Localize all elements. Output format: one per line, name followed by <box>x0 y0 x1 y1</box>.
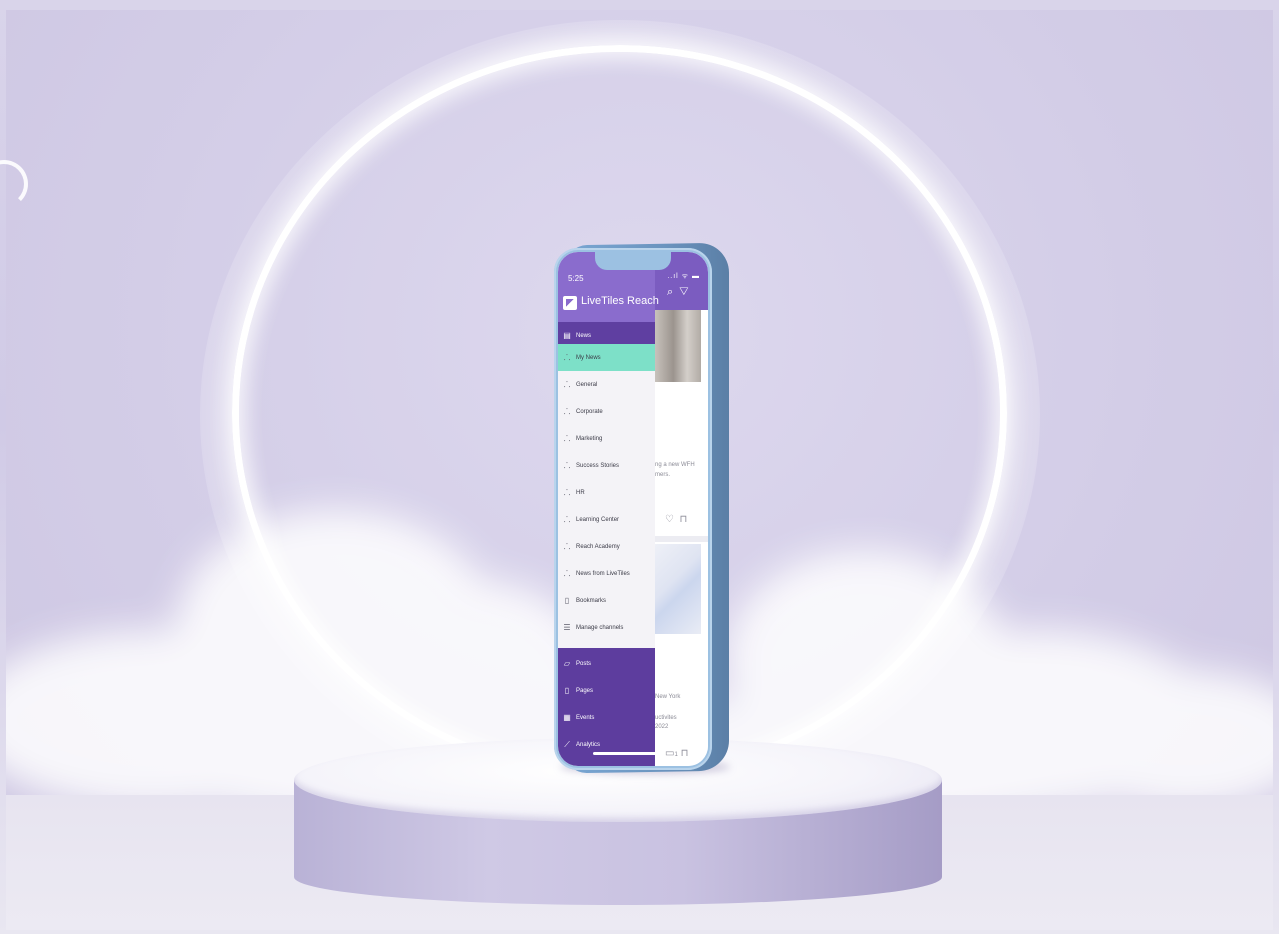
feed-snippet: mers. <box>655 472 670 478</box>
nav-label: Posts <box>576 660 592 667</box>
phone-notch <box>595 252 671 270</box>
search-and-filter-icons: ⌕ ▽ <box>667 286 689 299</box>
list-icon: ☰ <box>563 623 571 632</box>
channel-icon: ⸫ <box>563 488 571 497</box>
channel-icon: ⸫ <box>563 461 571 470</box>
channel-success-stories[interactable]: ⸫ Success Stories <box>558 452 655 479</box>
channel-news-from-livetiles[interactable]: ⸫ News from LiveTiles <box>558 560 655 587</box>
feed-divider <box>655 536 708 542</box>
bottom-navigation: ▱ Posts ▯ Pages ▦ Events ⟋ Analytics <box>558 648 655 766</box>
channel-corporate[interactable]: ⸫ Corporate <box>558 398 655 425</box>
news-icon: ▤ <box>563 331 571 340</box>
channel-hr[interactable]: ⸫ HR <box>558 479 655 506</box>
phone-screen: ⌕ ▽ ng a new WFH mers. ♡ ⊓ New York ucti… <box>558 252 708 766</box>
channel-label: Manage channels <box>576 624 624 631</box>
post-actions: ♡ ⊓ <box>665 514 687 525</box>
search-icon[interactable]: ⌕ <box>667 286 673 298</box>
nav-label: Pages <box>576 687 594 694</box>
nav-pages[interactable]: ▯ Pages <box>558 677 655 704</box>
channel-icon: ⸫ <box>563 434 571 443</box>
channel-icon: ⸫ <box>563 569 571 578</box>
channel-label: Reach Academy <box>576 543 620 550</box>
channel-icon: ⸫ <box>563 407 571 416</box>
status-icons: ..ıl ᯤ ▬ <box>667 273 700 280</box>
channel-reach-academy[interactable]: ⸫ Reach Academy <box>558 533 655 560</box>
channel-icon: ⸫ <box>563 380 571 389</box>
nav-posts[interactable]: ▱ Posts <box>558 650 655 677</box>
manage-channels-item[interactable]: ☰ Manage channels <box>558 614 655 641</box>
page-icon: ▯ <box>564 686 570 695</box>
channel-marketing[interactable]: ⸫ Marketing <box>558 425 655 452</box>
section-label: News <box>576 332 592 339</box>
channel-label: News from LiveTiles <box>576 570 630 577</box>
posts-icon: ▱ <box>563 659 571 668</box>
bookmark-icon[interactable]: ⊓ <box>681 748 689 759</box>
channel-label: Marketing <box>576 435 603 442</box>
livetiles-logo-icon <box>563 296 577 310</box>
channel-icon: ⸫ <box>563 542 571 551</box>
channel-label: General <box>576 381 598 388</box>
channel-label: My News <box>576 354 601 361</box>
comment-count: 1 <box>674 752 678 758</box>
status-time: 5:25 <box>568 274 584 283</box>
feed-snippet: ng a new WFH <box>655 462 695 468</box>
feed-post-image[interactable] <box>655 310 701 382</box>
channel-label: Bookmarks <box>576 597 607 604</box>
feed-post-image[interactable] <box>655 544 701 634</box>
calendar-icon: ▦ <box>563 713 571 722</box>
chart-icon: ⟋ <box>564 739 570 749</box>
channel-label: Success Stories <box>576 462 620 469</box>
channel-general[interactable]: ⸫ General <box>558 371 655 398</box>
post-actions: ▭1 ⊓ <box>665 748 688 759</box>
bookmark-icon: ▯ <box>564 596 570 605</box>
app-title: LiveTiles Reach <box>581 295 659 307</box>
channel-label: Learning Center <box>576 516 620 523</box>
home-indicator[interactable] <box>593 752 657 755</box>
feed-snippet: New York <box>655 694 681 700</box>
navigation-drawer: LiveTiles Reach ▤ News ⸫ My News ⸫ Gener… <box>558 252 659 766</box>
channel-my-news[interactable]: ⸫ My News <box>558 344 655 371</box>
nav-label: Events <box>576 714 595 721</box>
feed-snippet: uctivites <box>655 715 677 721</box>
news-feed: ⌕ ▽ ng a new WFH mers. ♡ ⊓ New York ucti… <box>655 252 708 766</box>
channel-icon: ⸫ <box>563 353 571 362</box>
bookmark-icon[interactable]: ⊓ <box>680 514 688 525</box>
bookmarks-item[interactable]: ▯ Bookmarks <box>558 587 655 614</box>
channel-icon: ⸫ <box>563 515 571 524</box>
nav-events[interactable]: ▦ Events <box>558 704 655 731</box>
like-icon[interactable]: ♡ <box>665 514 674 525</box>
nav-label: Analytics <box>576 741 601 748</box>
channel-learning-center[interactable]: ⸫ Learning Center <box>558 506 655 533</box>
channel-label: Corporate <box>576 408 603 415</box>
channel-label: HR <box>576 489 585 496</box>
feed-snippet: 2022 <box>655 724 669 730</box>
filter-icon[interactable]: ▽ <box>679 286 688 298</box>
